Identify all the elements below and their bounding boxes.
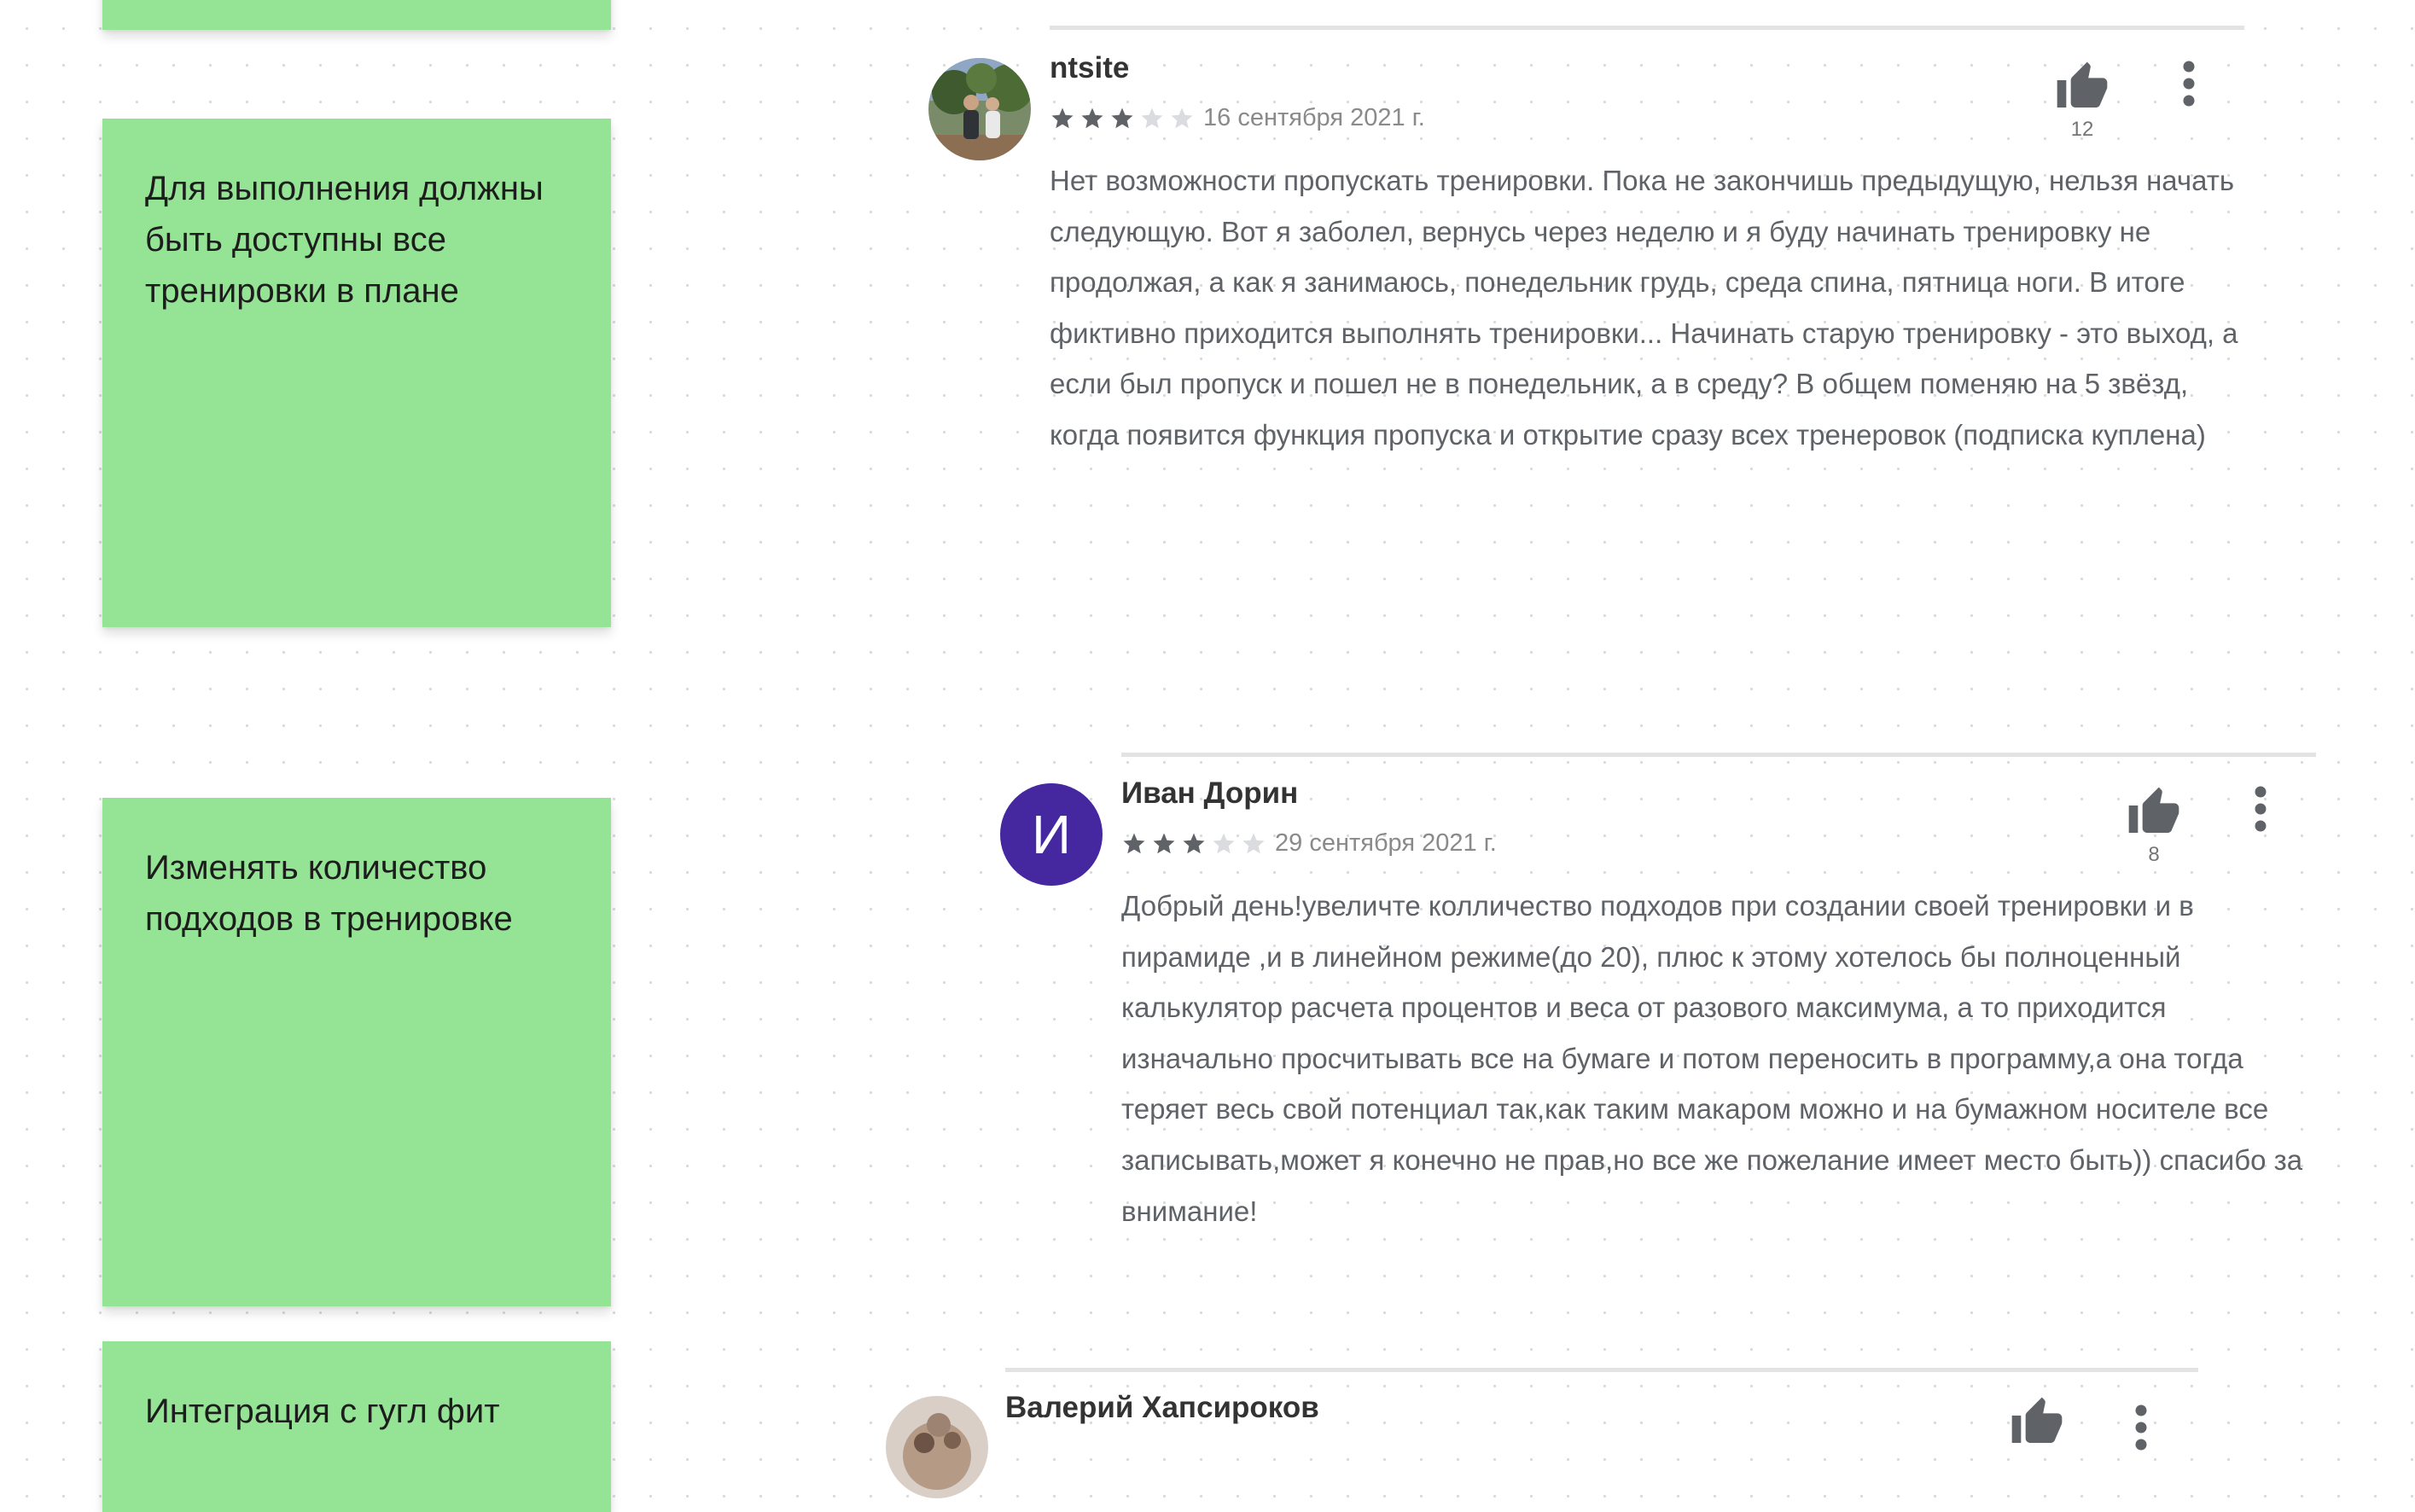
review-author: ntsite [1050, 51, 1130, 84]
star-rating [1121, 831, 1266, 857]
star-icon [1242, 833, 1265, 853]
star-icon [1051, 108, 1074, 128]
divider [1050, 26, 2244, 30]
star-icon [1171, 108, 1193, 128]
sticky-note[interactable]: Изменять количество подходов в тренировк… [102, 798, 611, 1306]
avatar[interactable] [928, 58, 1031, 160]
more-vert-icon [2135, 1404, 2147, 1451]
star-icon [1141, 108, 1163, 128]
review-card: ntsite 16 сентября 2021 г. Нет возможнос… [928, 26, 2246, 538]
review-date: 16 сентября 2021 г. [1203, 104, 1425, 131]
review-card: Валерий Хапсироков [886, 1368, 2203, 1498]
sticky-note[interactable]: Для выполнения должны быть доступны все … [102, 119, 611, 627]
more-options-button[interactable] [2176, 58, 2202, 109]
divider [1121, 753, 2316, 757]
like-button[interactable]: 12 [2052, 60, 2112, 142]
thumb-up-icon [2011, 1397, 2063, 1443]
more-options-button[interactable] [2248, 783, 2273, 835]
avatar-letter: И [1032, 804, 1071, 865]
star-icon [1111, 108, 1133, 128]
like-button[interactable] [2007, 1395, 2067, 1450]
review-meta: 16 сентября 2021 г. [1050, 104, 1425, 132]
review-author: Иван Дорин [1121, 776, 1299, 810]
review-meta: 29 сентября 2021 г. [1121, 829, 1497, 858]
divider [1005, 1368, 2198, 1372]
sticky-note-text: Интеграция с гугл фит [145, 1393, 500, 1430]
review-author: Валерий Хапсироков [1005, 1391, 1319, 1424]
avatar[interactable]: И [1000, 783, 1103, 886]
sticky-note-text: Изменять количество подходов в тренировк… [145, 849, 513, 938]
like-count: 12 [2070, 118, 2094, 141]
star-icon [1153, 833, 1175, 853]
sticky-note[interactable] [102, 0, 611, 30]
like-count: 8 [2148, 843, 2160, 866]
avatar[interactable] [886, 1396, 988, 1498]
star-rating [1050, 106, 1195, 131]
thumb-up-icon [2057, 61, 2108, 108]
star-icon [1183, 833, 1205, 853]
more-options-button[interactable] [2128, 1402, 2154, 1453]
star-icon [1123, 833, 1145, 853]
like-button[interactable]: 8 [2124, 785, 2184, 867]
star-icon [1213, 833, 1235, 853]
star-icon [1081, 108, 1103, 128]
thumb-up-icon [2128, 787, 2179, 833]
review-text: Нет возможности пропускать тренировки. П… [1050, 165, 2238, 451]
more-vert-icon [2255, 786, 2267, 832]
sticky-note-text: Для выполнения должны быть доступны все … [145, 170, 544, 310]
more-vert-icon [2183, 61, 2195, 107]
review-text: Добрый день!увеличте колличество подходо… [1121, 890, 2303, 1227]
sticky-note[interactable]: Интеграция с гугл фит [102, 1341, 611, 1512]
review-card: И Иван Дорин 29 сентября 2021 г. Добрый … [1000, 753, 2318, 1282]
review-date: 29 сентября 2021 г. [1275, 829, 1497, 857]
